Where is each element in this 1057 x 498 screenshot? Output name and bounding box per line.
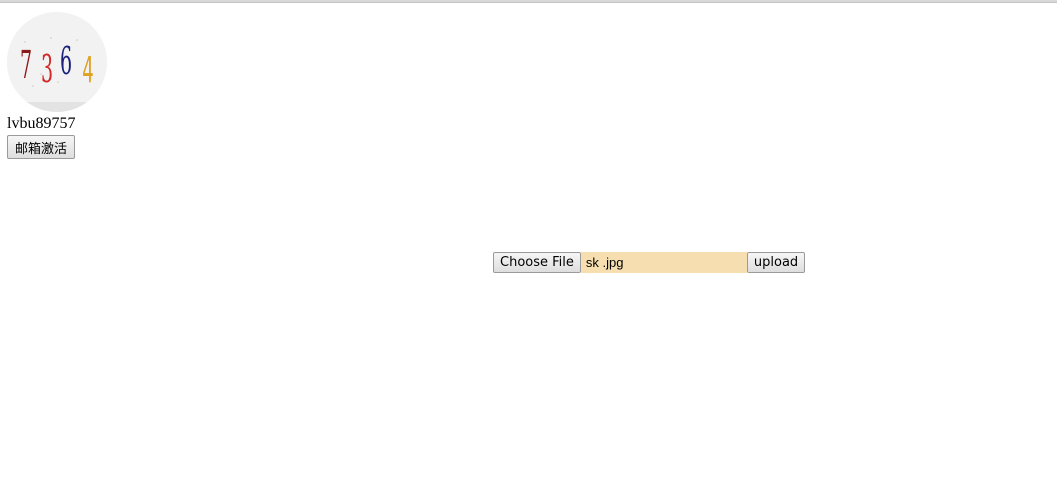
captcha-image: 7 3 6 4 [7, 12, 107, 112]
upload-button[interactable]: upload [746, 252, 806, 273]
top-border [0, 0, 1057, 3]
selected-file-name: sk .jpg [580, 252, 747, 273]
captcha-digit: 7 [20, 44, 32, 88]
file-upload-form: Choose File sk .jpg upload [493, 252, 806, 273]
username-label: lvbu89757 [7, 115, 76, 132]
captcha-digit: 6 [60, 40, 72, 84]
email-activate-button[interactable]: 邮箱激活 [7, 135, 76, 159]
choose-file-button[interactable]: Choose File [493, 252, 581, 273]
captcha-digit: 3 [41, 48, 53, 92]
captcha-avatar-image: 7 3 6 4 [7, 12, 107, 112]
captcha-digit: 4 [82, 49, 93, 91]
